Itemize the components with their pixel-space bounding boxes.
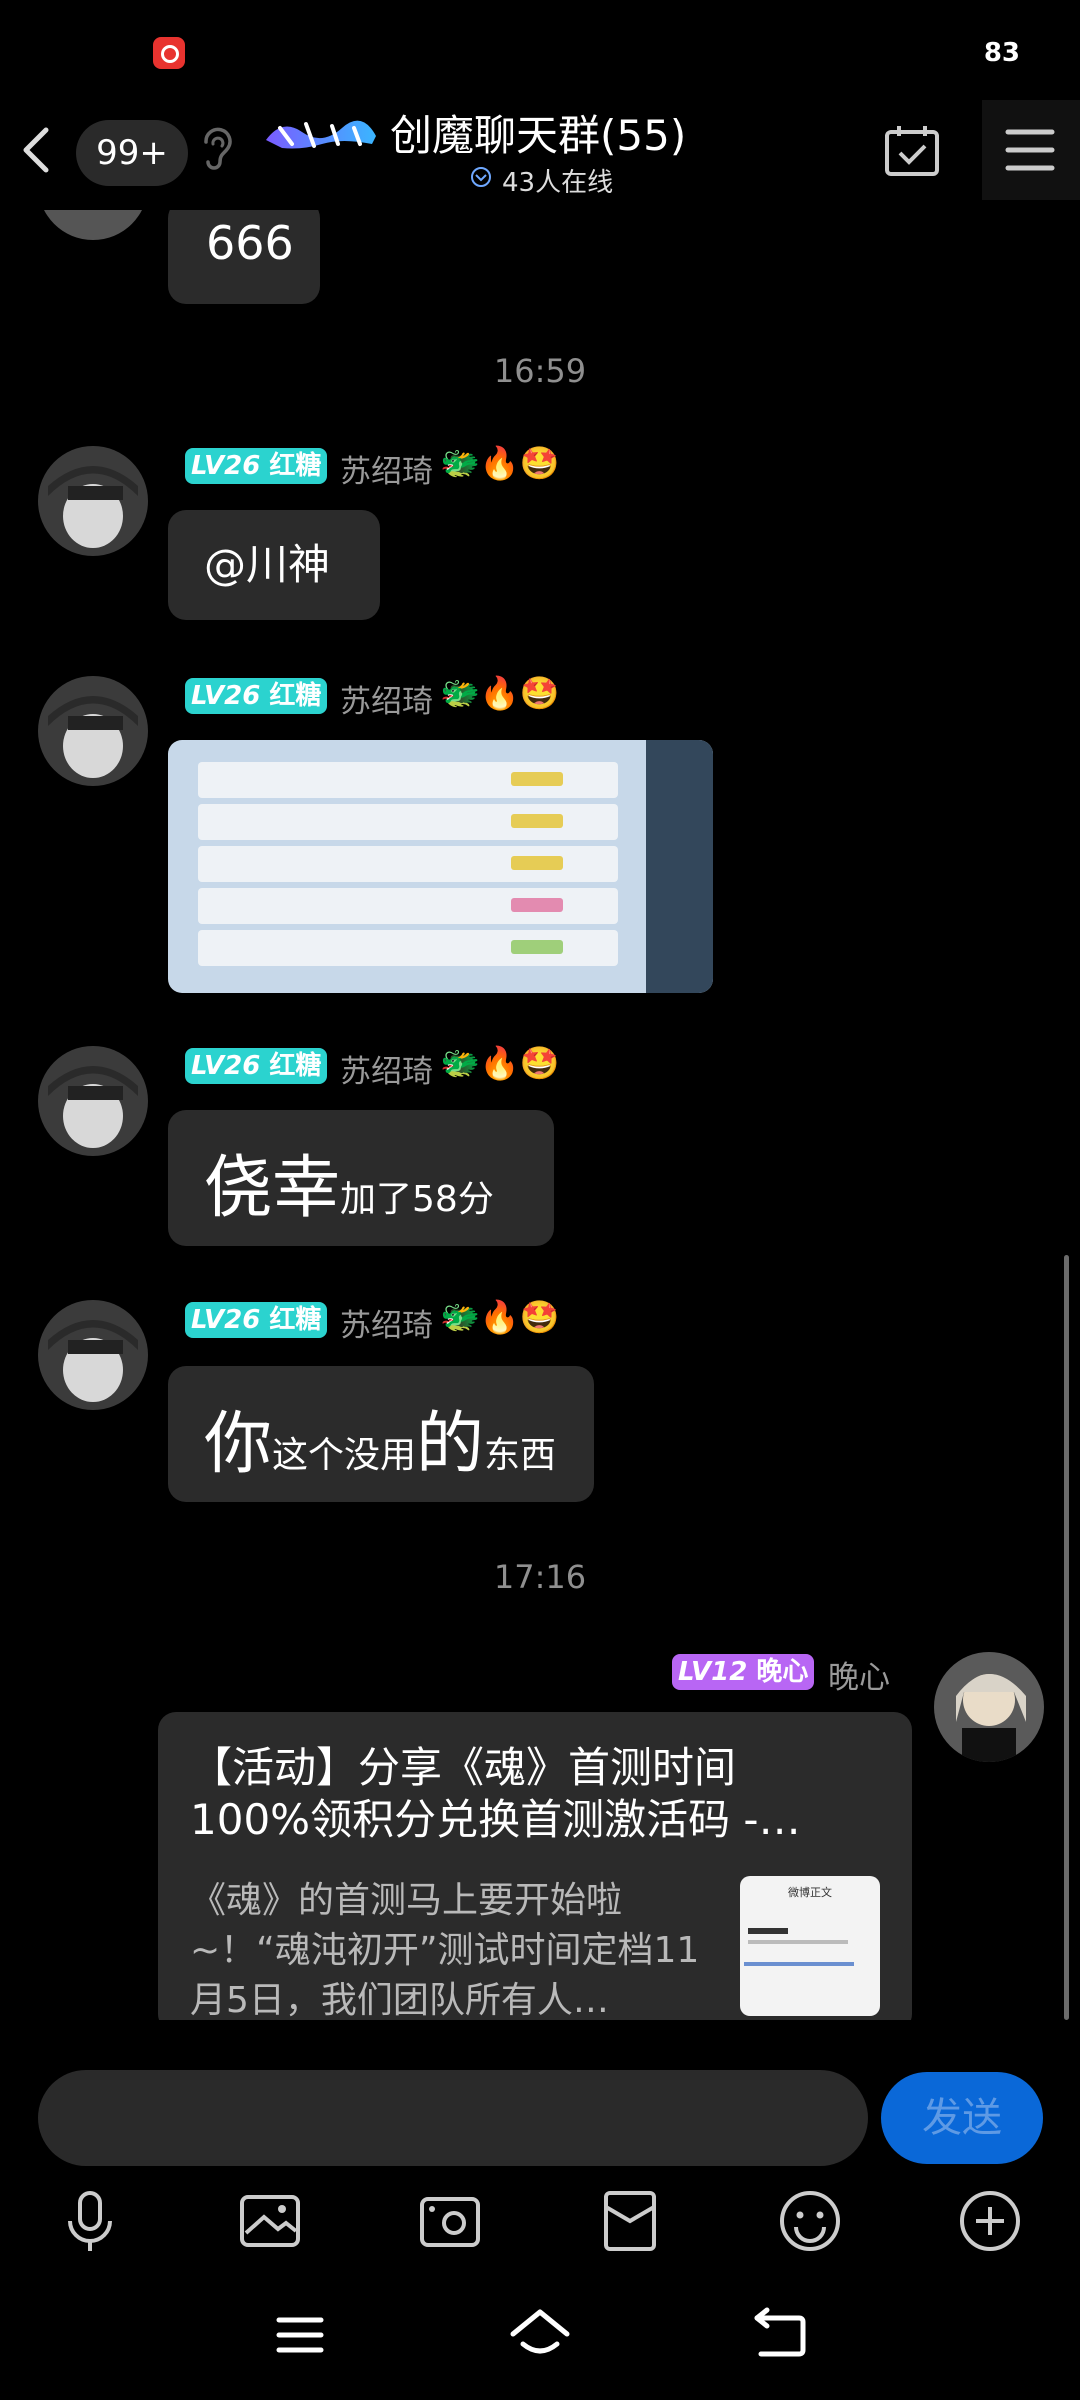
timestamp: 16:59 <box>493 352 587 390</box>
text-large: 的 <box>416 1405 485 1484</box>
sender-name[interactable]: 苏绍琦 <box>340 1046 433 1091</box>
level-badge: LV26 红糖 <box>185 678 328 714</box>
avatar[interactable] <box>38 446 148 556</box>
thumbnail-line <box>744 1962 854 1966</box>
message-text: 666 <box>206 216 294 270</box>
card-description: 《魂》的首测马上要开始啦~！“魂沌初开”测试时间定档11月5日，我们团队所有人… <box>190 1880 700 2020</box>
badge-title: 红糖 <box>269 681 322 711</box>
status-bar: 83 <box>0 0 1080 100</box>
level: LV12 <box>678 1657 748 1687</box>
thumbnail-caption: 微博正文 <box>788 1886 832 1899</box>
avatar-image <box>38 1300 148 1410</box>
image-message[interactable] <box>168 740 713 993</box>
online-count[interactable]: 43人在线 <box>502 162 613 199</box>
avatar-image <box>38 1046 148 1156</box>
sender-badges: 🐲🔥🤩 <box>440 1298 560 1336</box>
avatar[interactable] <box>38 676 148 786</box>
sender-name[interactable]: 苏绍琦 <box>340 446 433 491</box>
group-logo <box>266 120 376 149</box>
back-arrow-icon[interactable] <box>10 120 66 180</box>
badge-title: 红糖 <box>269 451 322 481</box>
ear-icon[interactable] <box>196 122 236 172</box>
level: LV26 <box>191 681 261 711</box>
thumbnail-line <box>748 1928 788 1934</box>
avatar-image <box>38 676 148 786</box>
hamburger-icon <box>1005 129 1055 171</box>
plus-icon[interactable] <box>954 2185 1026 2257</box>
level-badge: LV26 红糖 <box>185 448 328 484</box>
message-text: 侥幸加了58分 <box>204 1132 494 1231</box>
level-badge: LV26 红糖 <box>185 1048 328 1084</box>
recent-apps-icon[interactable] <box>265 2300 335 2370</box>
badge-title: 晚心 <box>756 1657 809 1687</box>
avatar-image <box>934 1652 1044 1762</box>
message-bubble[interactable]: 侥幸加了58分 <box>168 1110 554 1246</box>
battery-level: 83 <box>983 38 1020 68</box>
sender-name[interactable]: 晚心 <box>828 1652 890 1697</box>
scrollbar[interactable] <box>1064 1255 1069 2020</box>
avatar[interactable] <box>38 210 148 240</box>
unread-count-badge[interactable]: 99+ <box>76 120 188 186</box>
level-badge: LV26 红糖 <box>185 1302 328 1338</box>
sender-badges: 🐲🔥🤩 <box>440 674 560 712</box>
message-bubble[interactable]: 你这个没用的东西 <box>168 1366 594 1502</box>
image-row <box>198 762 618 798</box>
thumbnail-line <box>748 1940 848 1944</box>
calendar-check-icon[interactable] <box>882 122 942 182</box>
menu-button[interactable] <box>982 100 1080 200</box>
online-dropdown-icon[interactable] <box>470 166 492 188</box>
timestamp: 17:16 <box>493 1558 587 1596</box>
card-title: 【活动】分享《魂》首测时间100%领积分兑换首测激活码 -… <box>190 1743 801 1844</box>
sender-badges: 🐲🔥🤩 <box>440 444 560 482</box>
group-title[interactable]: 创魔聊天群(55) <box>390 102 686 163</box>
text-large: 你 <box>204 1405 273 1484</box>
back-nav-icon[interactable] <box>745 2300 815 2370</box>
avatar[interactable] <box>934 1652 1044 1762</box>
level: LV26 <box>191 1305 261 1335</box>
text-large: 侥幸 <box>204 1149 341 1228</box>
gallery-icon[interactable] <box>234 2185 306 2257</box>
message-list[interactable]: 666 16:59 LV26 红糖 苏绍琦 🐲🔥🤩 @川神 LV26 红糖 苏绍… <box>0 210 1080 2020</box>
text-small: 这个没用 <box>272 1435 417 1476</box>
avatar[interactable] <box>38 1046 148 1156</box>
text-small: 东西 <box>484 1435 557 1476</box>
image-row <box>198 888 618 924</box>
badge-title: 红糖 <box>269 1051 322 1081</box>
camera-icon[interactable] <box>414 2185 486 2257</box>
message-text: 你这个没用的东西 <box>204 1388 556 1487</box>
netease-music-icon <box>153 37 185 69</box>
red-packet-icon[interactable] <box>594 2185 666 2257</box>
send-button[interactable]: 发送 <box>881 2072 1043 2164</box>
card-thumbnail: 微博正文 <box>740 1876 880 2016</box>
sender-name[interactable]: 苏绍琦 <box>340 1300 433 1345</box>
level-badge: LV12 晚心 <box>672 1654 815 1690</box>
image-row <box>198 930 618 966</box>
avatar[interactable] <box>38 1300 148 1410</box>
avatar-image <box>38 446 148 556</box>
chat-header: 99+ 创魔聊天群(55) 43人在线 <box>0 100 1080 210</box>
sender-name[interactable]: 苏绍琦 <box>340 676 433 721</box>
microphone-icon[interactable] <box>54 2185 126 2257</box>
badge-title: 红糖 <box>269 1305 322 1335</box>
message-text: @川神 <box>204 540 331 589</box>
image-side-panel <box>646 740 713 993</box>
text-small: 加了58分 <box>340 1179 494 1220</box>
message-bubble[interactable]: 666 <box>168 210 320 304</box>
message-bubble[interactable]: @川神 <box>168 510 380 620</box>
link-card[interactable]: 【活动】分享《魂》首测时间100%领积分兑换首测激活码 -… 《魂》的首测马上要… <box>158 1712 912 2020</box>
message-input[interactable] <box>38 2070 868 2166</box>
home-icon[interactable] <box>505 2300 575 2370</box>
level: LV26 <box>191 1051 261 1081</box>
image-row <box>198 804 618 840</box>
image-row <box>198 846 618 882</box>
level: LV26 <box>191 451 261 481</box>
emoji-icon[interactable] <box>774 2185 846 2257</box>
sender-badges: 🐲🔥🤩 <box>440 1044 560 1082</box>
